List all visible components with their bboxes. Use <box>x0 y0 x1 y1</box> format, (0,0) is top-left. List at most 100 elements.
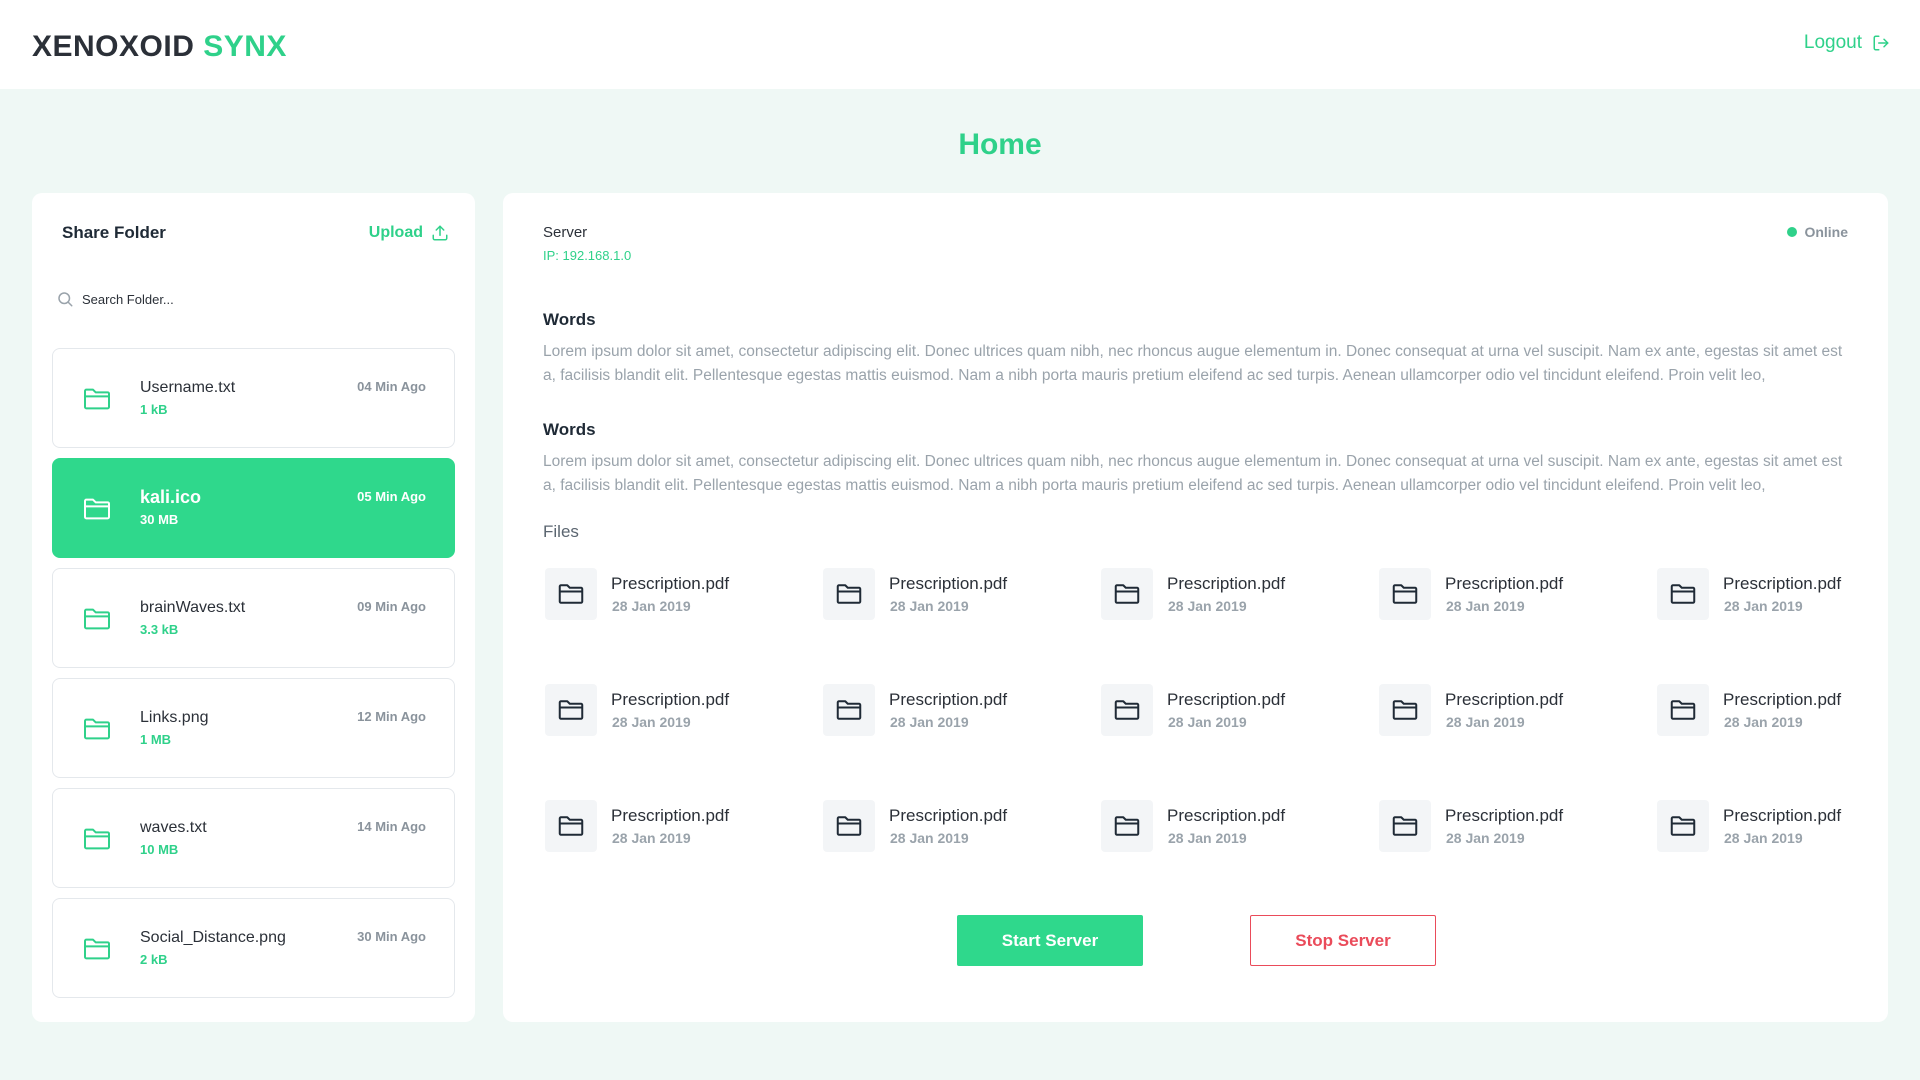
folder-icon <box>836 584 862 604</box>
file-name: Prescription.pdf <box>1167 574 1286 593</box>
folder-icon <box>558 816 584 836</box>
file-name: Prescription.pdf <box>611 690 730 709</box>
file-date: 28 Jan 2019 <box>1168 830 1247 846</box>
file-tile[interactable]: Prescription.pdf 28 Jan 2019 <box>1657 568 1920 624</box>
search-icon <box>58 292 73 307</box>
folder-item-size: 3.3 kB <box>140 622 179 637</box>
file-date: 28 Jan 2019 <box>1168 598 1247 614</box>
file-name: Prescription.pdf <box>889 690 1008 709</box>
file-tile[interactable]: Prescription.pdf 28 Jan 2019 <box>1101 684 1371 740</box>
file-tile[interactable]: Prescription.pdf 28 Jan 2019 <box>1379 568 1649 624</box>
brand-primary: XENOXOID <box>32 30 195 63</box>
file-tile[interactable]: Prescription.pdf 28 Jan 2019 <box>545 568 815 624</box>
file-date: 28 Jan 2019 <box>890 714 969 730</box>
folder-item[interactable]: Links.png 1 MB 12 Min Ago <box>52 678 455 778</box>
file-name: Prescription.pdf <box>1723 806 1842 825</box>
file-date: 28 Jan 2019 <box>612 830 691 846</box>
words-heading: Words <box>543 310 596 329</box>
folder-item[interactable]: Social_Distance.png 2 kB 30 Min Ago <box>52 898 455 998</box>
folder-icon <box>836 816 862 836</box>
file-name: Prescription.pdf <box>611 574 730 593</box>
words-text: Lorem ipsum dolor sit amet, consectetur … <box>543 343 1843 384</box>
folder-item[interactable]: Username.txt 1 kB 04 Min Ago <box>52 348 455 448</box>
files-heading: Files <box>543 522 579 541</box>
page-title: Home <box>958 128 1042 161</box>
folder-item[interactable]: brainWaves.txt 3.3 kB 09 Min Ago <box>52 568 455 668</box>
folder-icon <box>84 938 110 960</box>
folder-icon <box>1392 584 1418 604</box>
folder-item-size: 10 MB <box>140 842 179 857</box>
file-tile[interactable]: Prescription.pdf 28 Jan 2019 <box>1657 684 1920 740</box>
folder-item-name: kali.ico <box>140 487 202 507</box>
file-date: 28 Jan 2019 <box>1446 714 1525 730</box>
folder-item[interactable]: waves.txt 10 MB 14 Min Ago <box>52 788 455 888</box>
status-badge: Online <box>1787 224 1848 240</box>
folder-icon <box>1670 816 1696 836</box>
file-tile[interactable]: Prescription.pdf 28 Jan 2019 <box>1101 568 1371 624</box>
folder-icon <box>1670 584 1696 604</box>
file-tile[interactable]: Prescription.pdf 28 Jan 2019 <box>1657 800 1920 856</box>
folder-search <box>56 283 446 315</box>
folder-icon <box>558 584 584 604</box>
folder-icon <box>1670 700 1696 720</box>
brand-accent: SYNX <box>203 30 287 63</box>
file-date: 28 Jan 2019 <box>1724 598 1803 614</box>
share-folder-panel: Share Folder Upload Username.txt 1 kB 04… <box>32 193 475 1022</box>
file-date: 28 Jan 2019 <box>1446 598 1525 614</box>
folder-icon <box>84 828 110 850</box>
folder-item-time: 09 Min Ago <box>357 599 426 614</box>
folder-icon <box>836 700 862 720</box>
server-label: Server <box>543 224 588 241</box>
file-tile[interactable]: Prescription.pdf 28 Jan 2019 <box>1101 800 1371 856</box>
folder-item-size: 30 MB <box>140 512 179 527</box>
file-tile[interactable]: Prescription.pdf 28 Jan 2019 <box>1379 684 1649 740</box>
folder-item-name: waves.txt <box>140 819 207 836</box>
search-input[interactable] <box>82 291 422 307</box>
file-tile[interactable]: Prescription.pdf 28 Jan 2019 <box>1379 800 1649 856</box>
logout-button[interactable]: Logout <box>1804 32 1890 54</box>
file-tile[interactable]: Prescription.pdf 28 Jan 2019 <box>545 684 815 740</box>
upload-button[interactable]: Upload <box>369 224 449 242</box>
file-name: Prescription.pdf <box>1723 690 1842 709</box>
file-name: Prescription.pdf <box>1167 806 1286 825</box>
folder-icon <box>1114 816 1140 836</box>
status-dot-icon <box>1787 227 1798 237</box>
folder-item-name: Username.txt <box>140 379 236 396</box>
file-tile[interactable]: Prescription.pdf 28 Jan 2019 <box>823 568 1093 624</box>
folder-item-time: 04 Min Ago <box>357 379 426 394</box>
folder-item-size: 2 kB <box>140 952 168 967</box>
logout-label: Logout <box>1803 32 1862 53</box>
folder-item-name: Links.png <box>140 709 209 726</box>
folder-item-active[interactable]: kali.ico 30 MB 05 Min Ago <box>52 458 455 558</box>
file-date: 28 Jan 2019 <box>1446 830 1525 846</box>
file-tile[interactable]: Prescription.pdf 28 Jan 2019 <box>545 800 815 856</box>
file-name: Prescription.pdf <box>889 574 1008 593</box>
upload-icon <box>432 225 448 241</box>
folder-item-name: brainWaves.txt <box>140 599 246 616</box>
file-name: Prescription.pdf <box>1167 690 1286 709</box>
stop-server-button[interactable]: Stop Server <box>1250 915 1436 966</box>
file-date: 28 Jan 2019 <box>1724 714 1803 730</box>
file-tile[interactable]: Prescription.pdf 28 Jan 2019 <box>823 800 1093 856</box>
file-date: 28 Jan 2019 <box>1724 830 1803 846</box>
brand-logo[interactable]: XENOXOID SYNX <box>32 30 287 64</box>
start-server-button[interactable]: Start Server <box>957 915 1143 966</box>
logout-icon <box>1873 35 1889 51</box>
folder-icon <box>1392 700 1418 720</box>
folder-item-time: 05 Min Ago <box>357 489 426 504</box>
file-tile[interactable]: Prescription.pdf 28 Jan 2019 <box>823 684 1093 740</box>
folder-icon <box>84 388 110 410</box>
file-name: Prescription.pdf <box>1445 574 1564 593</box>
folder-icon <box>1114 584 1140 604</box>
status-label: Online <box>1804 224 1848 240</box>
upload-label: Upload <box>368 224 423 241</box>
folder-item-time: 12 Min Ago <box>357 709 426 724</box>
folder-item-time: 14 Min Ago <box>357 819 426 834</box>
folder-item-size: 1 MB <box>140 732 172 747</box>
top-bar: XENOXOID SYNX Logout <box>0 0 1920 89</box>
share-folder-title: Share Folder <box>62 223 166 242</box>
folder-icon <box>1392 816 1418 836</box>
file-date: 28 Jan 2019 <box>612 598 691 614</box>
folder-icon <box>84 498 110 520</box>
folder-item-time: 30 Min Ago <box>357 929 426 944</box>
